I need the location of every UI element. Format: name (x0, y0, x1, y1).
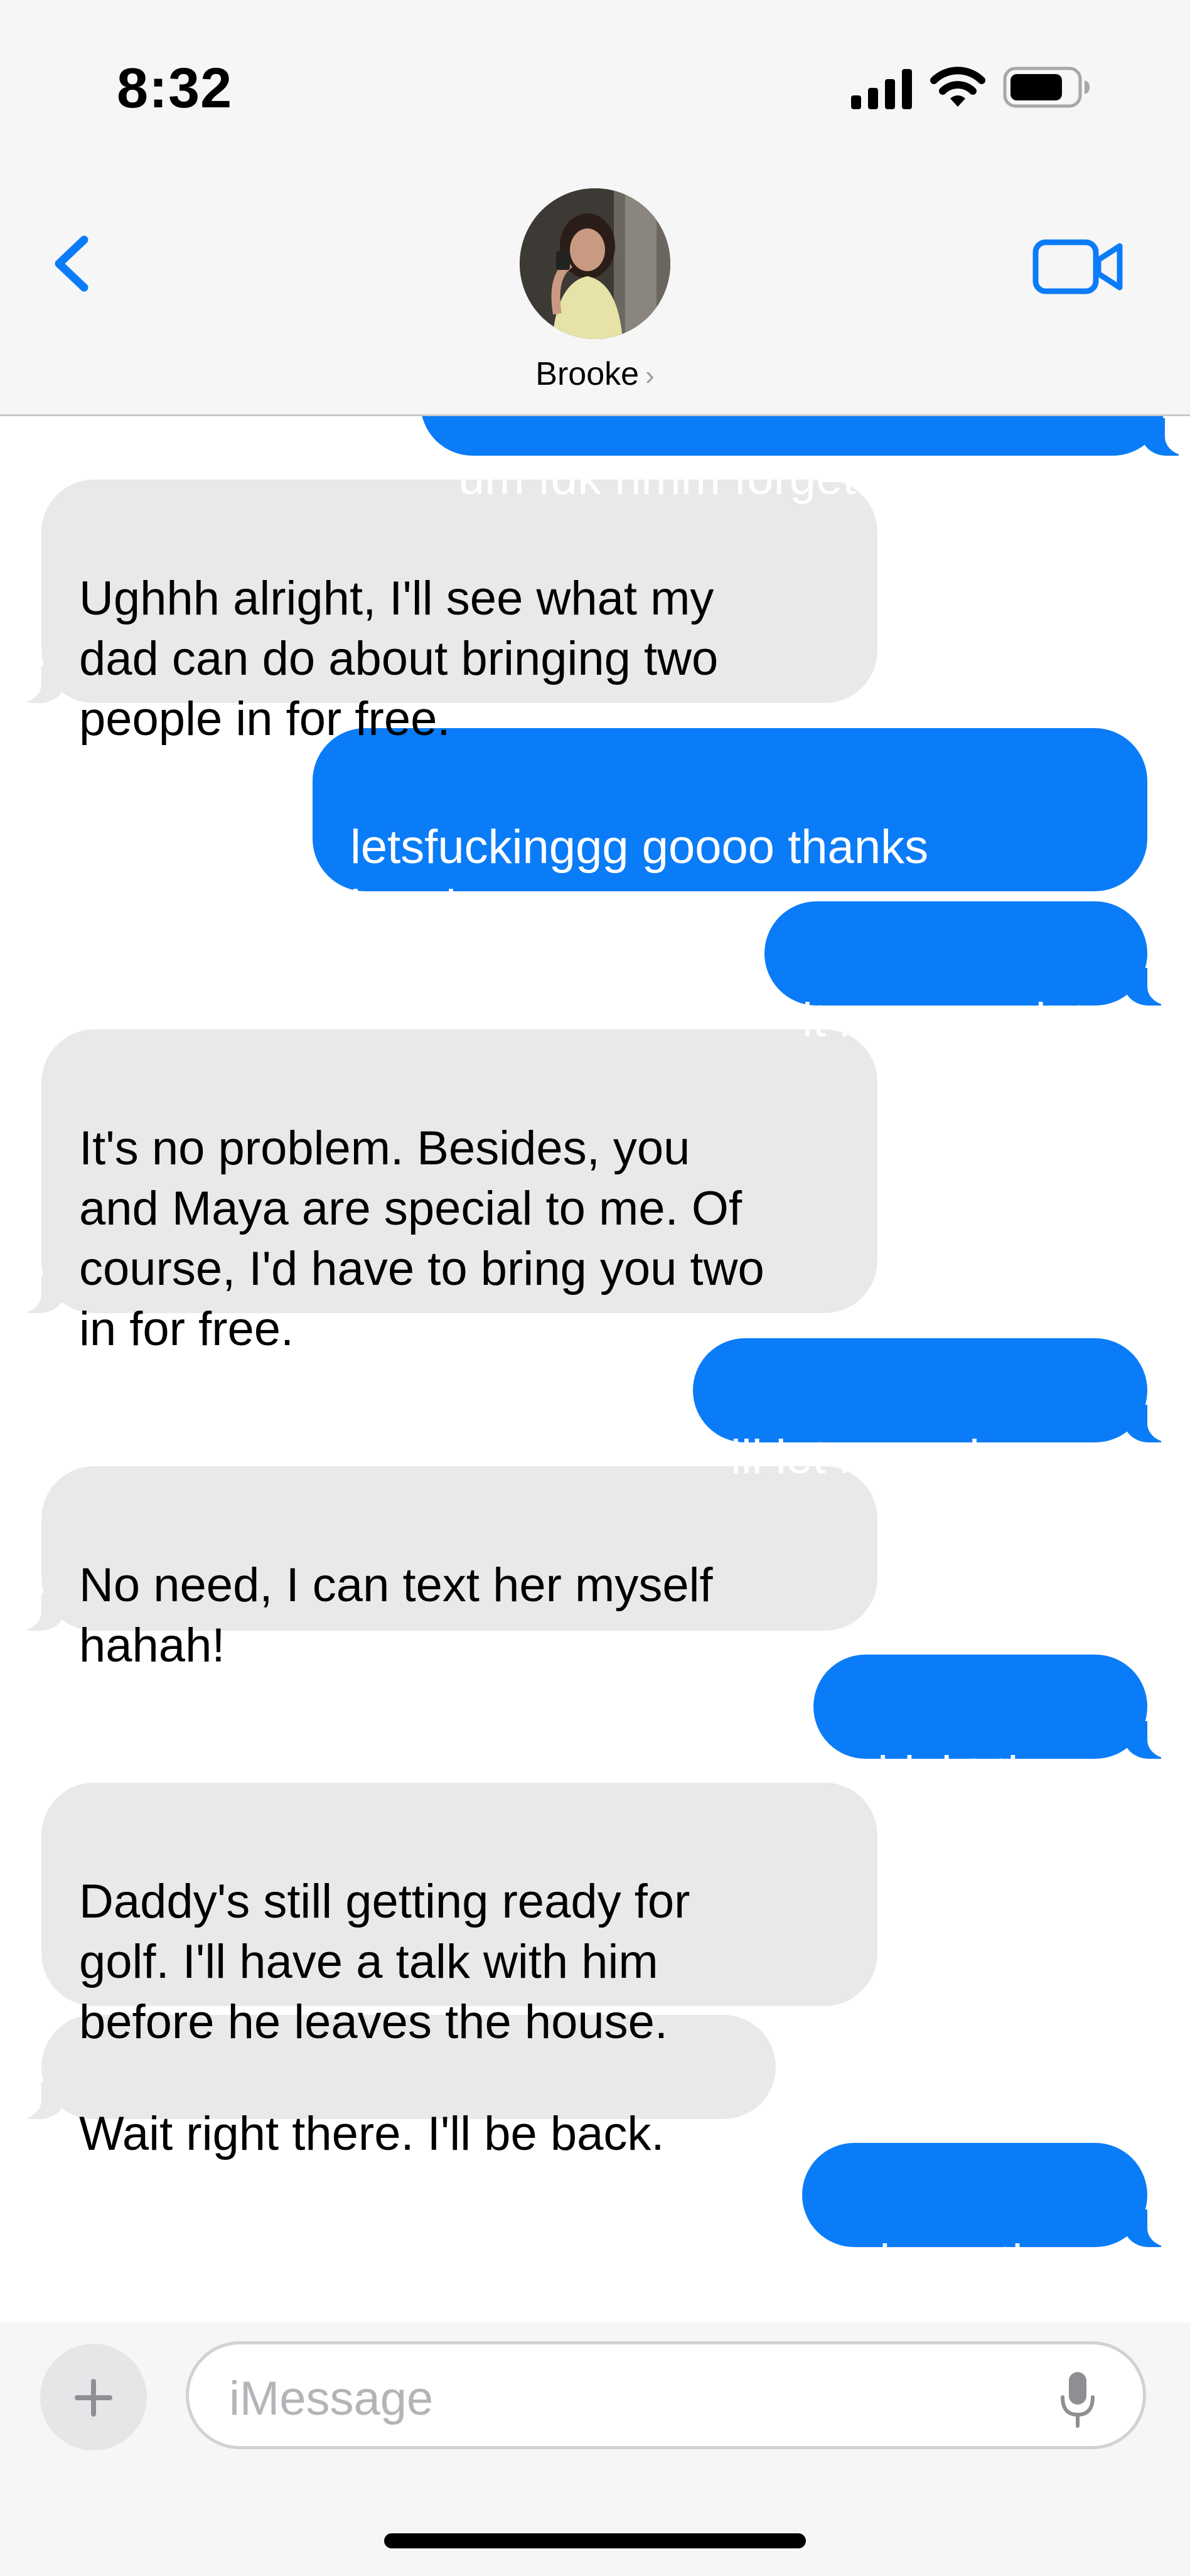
message-bubble-incoming[interactable]: No need, I can text her myself hahah! (8, 1466, 877, 1672)
message-text: Ughhh alright, I'll see what my dad can … (79, 572, 719, 746)
message-text: take ur time (840, 2235, 1090, 2289)
wifi-icon (930, 67, 985, 107)
video-camera-icon (1032, 239, 1123, 294)
imessage-field[interactable] (186, 2341, 1146, 2449)
message-bubble-outgoing[interactable]: take ur time (802, 2143, 1181, 2289)
chevron-left-icon (55, 235, 88, 292)
message-bubble-incoming[interactable]: Ughhh alright, I'll see what my dad can … (8, 480, 877, 746)
cellular-signal-icon (851, 69, 912, 109)
message-bubble-incoming[interactable]: It's no problem. Besides, you and Maya a… (8, 1029, 877, 1356)
message-text: No need, I can text her myself hahah! (79, 1559, 713, 1672)
message-bubble-outgoing[interactable]: letsfuckinggg goooo thanks brooke (313, 728, 1147, 934)
home-indicator[interactable] (384, 2533, 806, 2548)
message-text: ill let maya know (731, 1430, 1081, 1484)
message-text: Wait right there. I'll be back. (79, 2107, 665, 2160)
message-bubble-outgoing[interactable]: alright then (813, 1655, 1181, 1800)
message-text: Daddy's still getting ready for golf. I'… (79, 1875, 690, 2049)
contact-name: Brooke (535, 356, 640, 392)
add-attachment-button[interactable] (40, 2344, 147, 2450)
battery-icon (1003, 67, 1090, 108)
message-text: um fdk hmm forget I said that (458, 451, 1076, 505)
back-button[interactable] (45, 226, 102, 301)
message-text: It's no problem. Besides, you and Maya a… (79, 1122, 764, 1356)
contact-name-button[interactable]: Brooke › (0, 355, 1190, 393)
message-bubble-incoming[interactable]: Daddy's still getting ready for golf. I'… (41, 1783, 877, 2049)
facetime-video-button[interactable] (1032, 233, 1126, 300)
status-time: 8:32 (117, 57, 233, 120)
chevron-right-icon: › (645, 360, 655, 391)
message-text: alright then (851, 1747, 1088, 1800)
microphone-icon[interactable] (1058, 2369, 1098, 2430)
contact-avatar[interactable] (520, 188, 670, 339)
message-bubble-outgoing[interactable]: it means a lot (764, 901, 1181, 1047)
message-text: it means a lot (802, 994, 1086, 1047)
message-input[interactable] (228, 2369, 1034, 2427)
message-bubble-outgoing[interactable]: ill let maya know (693, 1338, 1181, 1484)
avatar-photo (520, 188, 670, 339)
conversation-header: 8:32 Brooke › (0, 0, 1190, 416)
